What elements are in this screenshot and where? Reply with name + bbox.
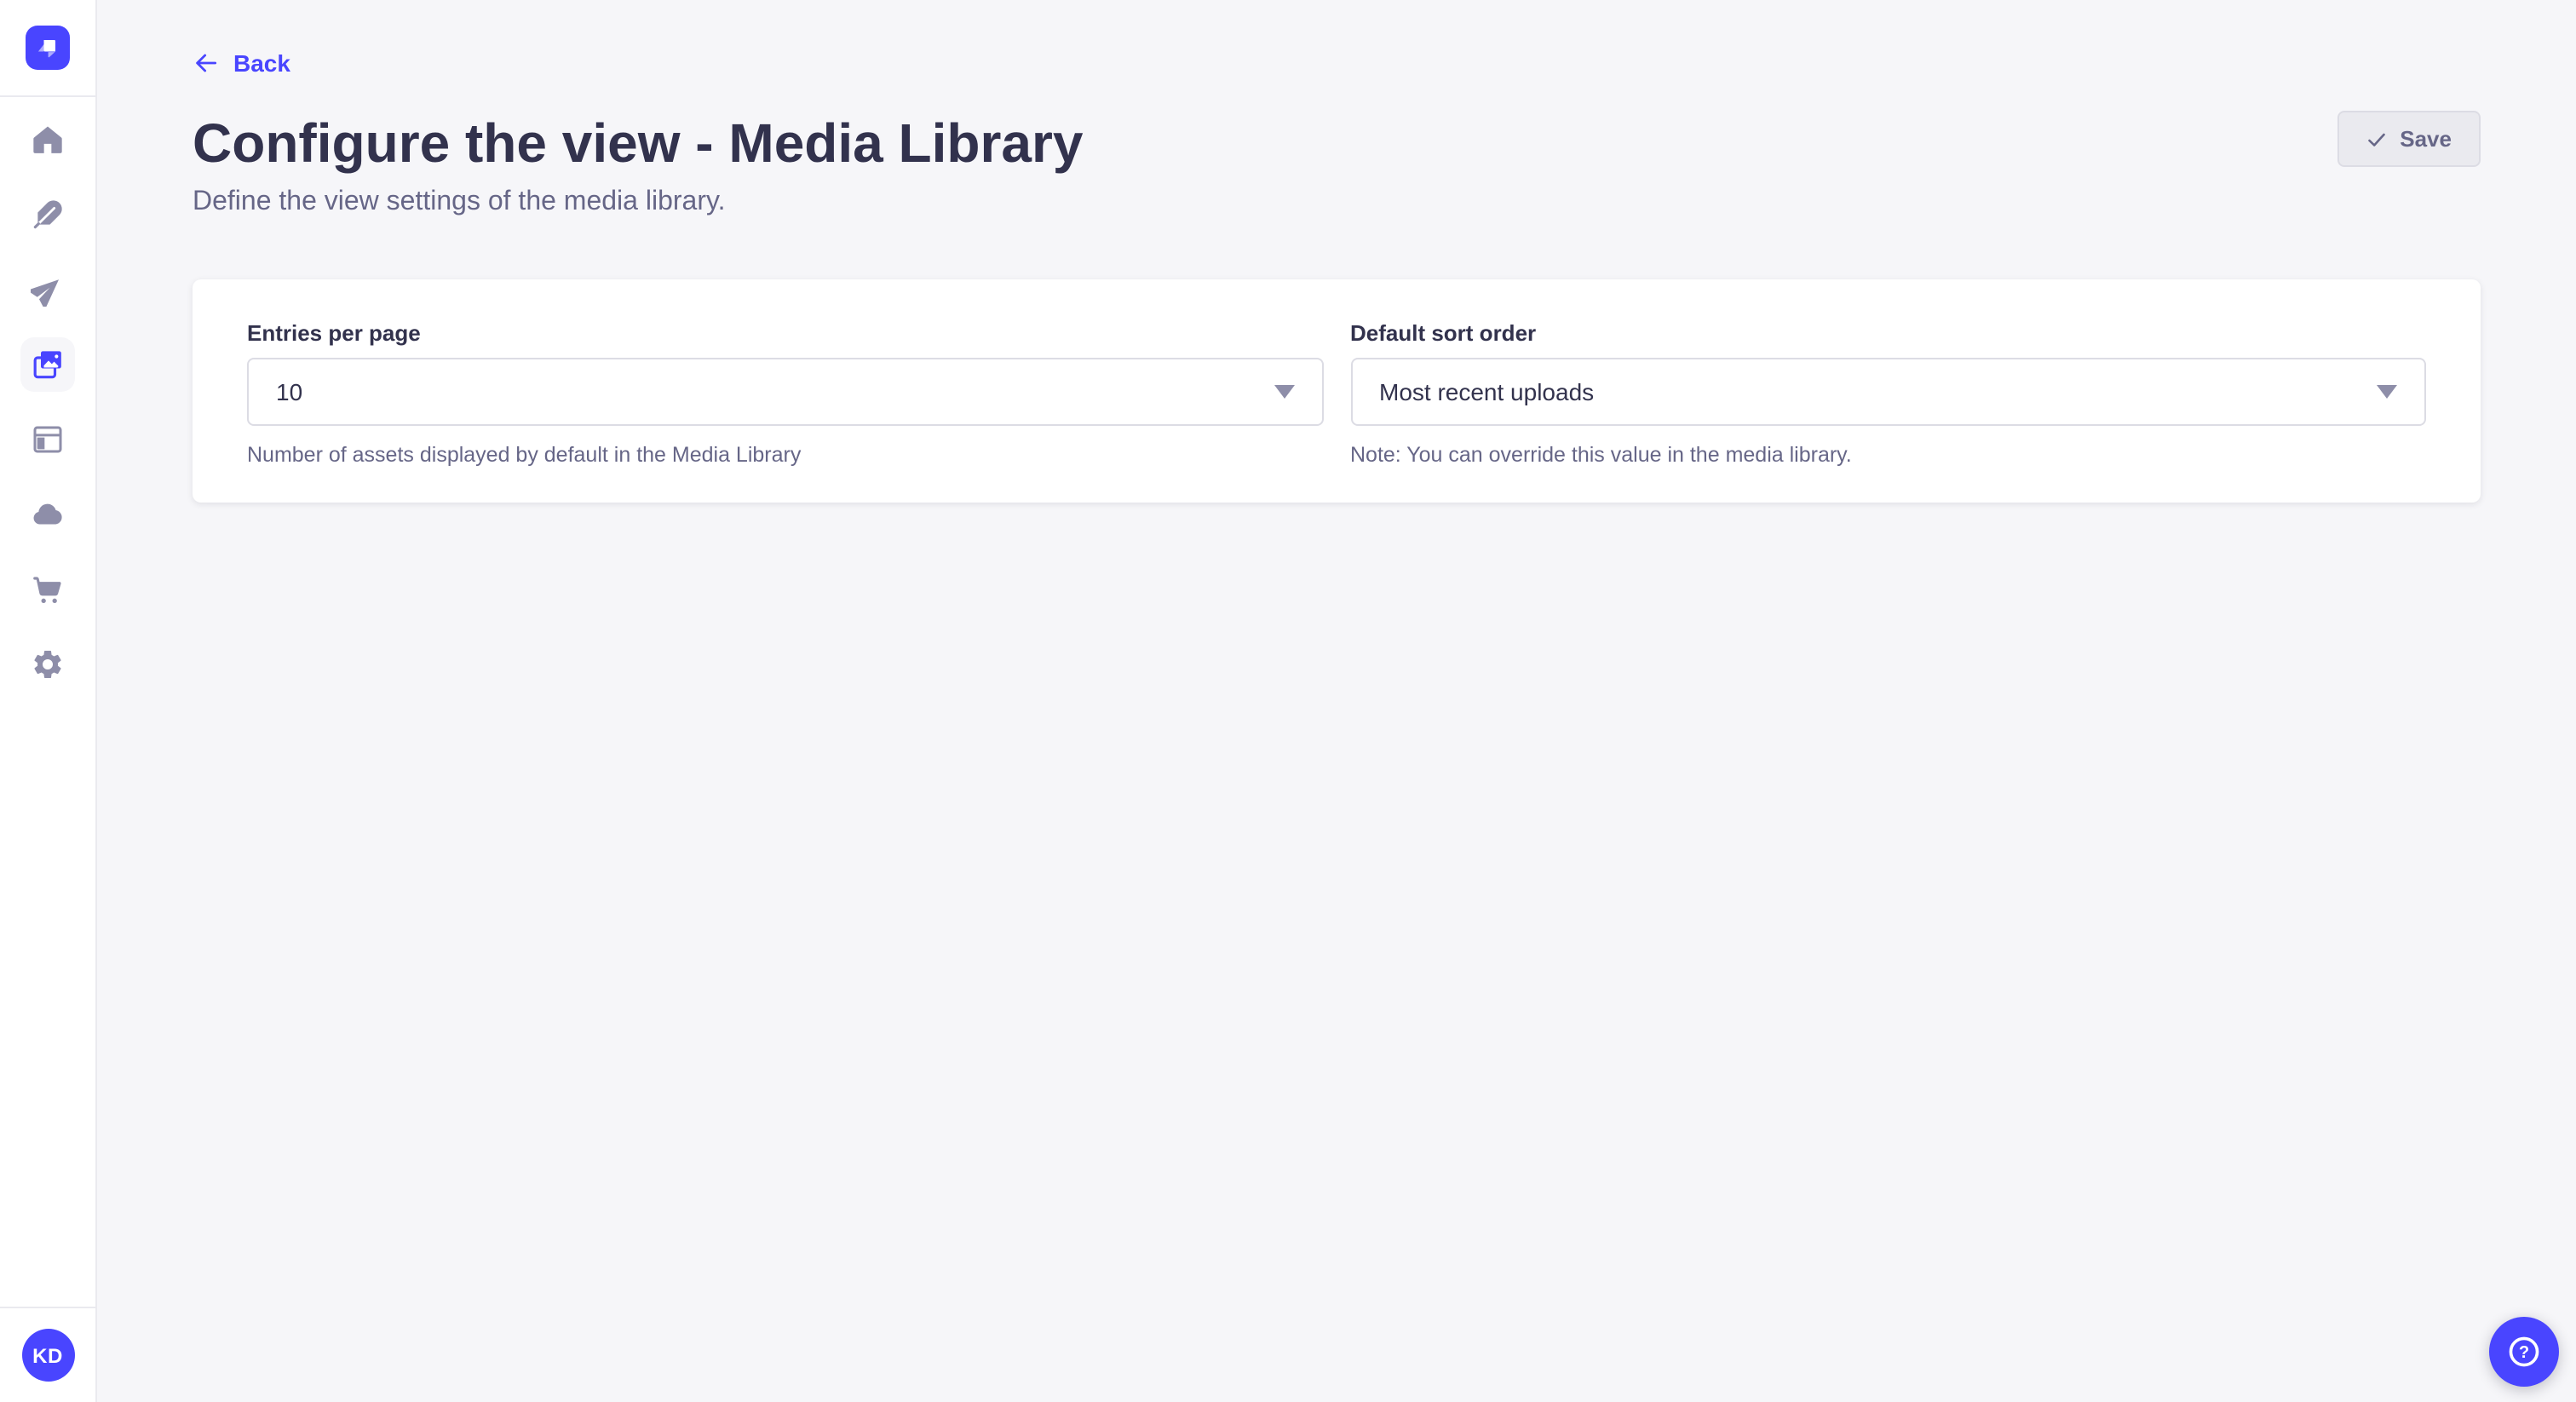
arrow-left-icon (193, 49, 220, 77)
sidebar-nav (0, 97, 95, 1307)
layout-icon (31, 422, 65, 457)
media-library-icon (31, 348, 65, 382)
field-label: Entries per page (247, 320, 1323, 348)
default-sort-order-select[interactable]: Most recent uploads (1350, 358, 2426, 426)
sidebar: KD (0, 0, 97, 1402)
app-window: KD Back Configure the view - Media Libra… (0, 0, 2576, 1402)
sidebar-item-home[interactable] (20, 112, 75, 167)
field-default-sort-order: Default sort order Most recent uploads N… (1350, 320, 2426, 468)
gear-icon (31, 647, 65, 681)
sidebar-item-settings[interactable] (20, 637, 75, 692)
save-button-label: Save (2400, 126, 2452, 152)
entries-per-page-select[interactable]: 10 (247, 358, 1323, 426)
field-label: Default sort order (1350, 320, 2426, 348)
chevron-down-icon (2377, 385, 2397, 399)
svg-text:?: ? (2519, 1343, 2529, 1362)
logo-section (0, 0, 95, 97)
sidebar-item-media-library[interactable] (20, 337, 75, 392)
select-value: 10 (276, 378, 302, 405)
back-link[interactable]: Back (193, 48, 290, 78)
help-button[interactable]: ? (2489, 1317, 2559, 1387)
title-block: Configure the view - Media Library Defin… (193, 109, 1084, 221)
check-icon (2366, 129, 2386, 149)
user-section: KD (0, 1307, 95, 1402)
settings-card: Entries per page 10 Number of assets dis… (193, 279, 2481, 503)
field-entries-per-page: Entries per page 10 Number of assets dis… (247, 320, 1323, 468)
back-label: Back (233, 48, 290, 78)
chevron-down-icon (1274, 385, 1294, 399)
avatar-initials: KD (32, 1343, 63, 1367)
cloud-icon (31, 497, 65, 531)
viewport: KD Back Configure the view - Media Libra… (0, 0, 2576, 1402)
cart-icon (31, 572, 65, 606)
strapi-logo-icon[interactable] (26, 26, 70, 70)
sidebar-item-releases[interactable] (20, 262, 75, 317)
page-subtitle: Define the view settings of the media li… (193, 184, 1084, 221)
sidebar-item-cloud[interactable] (20, 487, 75, 542)
field-hint: Note: You can override this value in the… (1350, 443, 2426, 468)
question-mark-icon: ? (2504, 1332, 2544, 1371)
home-icon (31, 123, 65, 157)
select-value: Most recent uploads (1379, 378, 1594, 405)
user-avatar[interactable]: KD (21, 1329, 74, 1382)
main-content: Back Configure the view - Media Library … (97, 0, 2576, 1402)
strapi-logo-glyph (32, 32, 63, 63)
feather-icon (31, 198, 65, 232)
field-hint: Number of assets displayed by default in… (247, 443, 1323, 468)
save-button[interactable]: Save (2337, 111, 2481, 167)
paper-plane-icon (31, 273, 65, 307)
page-title: Configure the view - Media Library (193, 109, 1084, 177)
page-header: Configure the view - Media Library Defin… (193, 109, 2481, 221)
sidebar-item-content-manager[interactable] (20, 412, 75, 467)
sidebar-item-content-type-builder[interactable] (20, 187, 75, 242)
sidebar-item-marketplace[interactable] (20, 562, 75, 617)
